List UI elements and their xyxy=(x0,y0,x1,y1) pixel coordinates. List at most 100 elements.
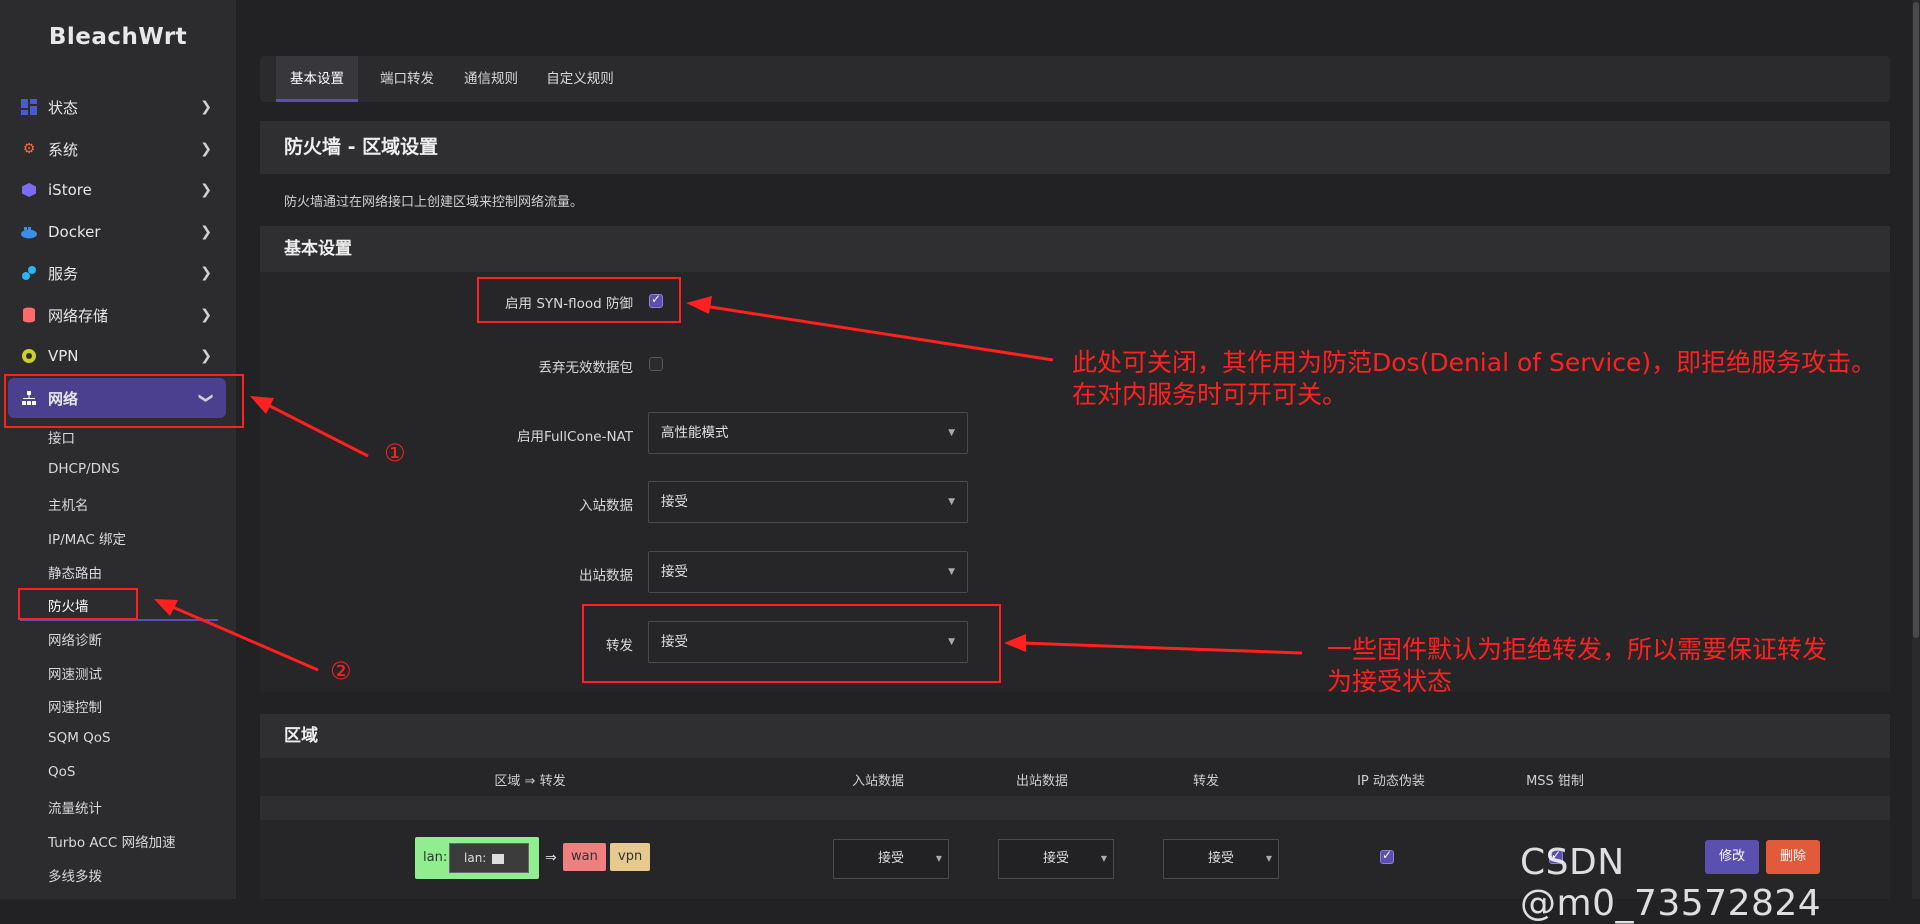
fullcone-label: 启用FullCone-NAT xyxy=(516,429,633,445)
chevron-right-icon: ❯ xyxy=(200,224,212,240)
input-policy-value: 接受 xyxy=(661,494,688,510)
drop-invalid-label: 丢弃无效数据包 xyxy=(538,360,634,376)
sidebar-item-vpn[interactable]: VPN ❯ xyxy=(8,337,226,375)
zone-input-select[interactable]: 接受 ▼ xyxy=(833,839,949,879)
sidebar-item-status[interactable]: 状态 ❯ xyxy=(8,88,226,126)
sidebar-item-services[interactable]: 服务 ❯ xyxy=(8,254,226,292)
sidebar-item-label: 网络存储 xyxy=(48,306,109,325)
column-header-output: 出站数据 xyxy=(1015,774,1068,789)
database-icon xyxy=(20,306,38,324)
sidebar-subitem-hostnames[interactable]: 主机名 xyxy=(48,494,89,514)
input-label: 入站数据 xyxy=(579,498,633,514)
sidebar-subitem-turbo-acc[interactable]: Turbo ACC 网络加速 xyxy=(48,831,176,851)
sidebar-item-istore[interactable]: iStore ❯ xyxy=(8,171,226,209)
tab-custom-rules[interactable]: 自定义规则 xyxy=(532,56,628,102)
annotation-line: 为接受状态 xyxy=(1327,667,1453,696)
sidebar-item-label: 状态 xyxy=(48,98,79,117)
annotation-box-forward xyxy=(582,604,1001,683)
tab-port-forwarding[interactable]: 端口转发 xyxy=(366,56,448,102)
masquerading-checkbox[interactable] xyxy=(1380,848,1394,864)
zone-name: lan: xyxy=(423,850,448,865)
dropdown-caret-icon: ▼ xyxy=(948,428,955,438)
zone-target-vpn: vpn xyxy=(610,843,651,871)
sidebar-subitem-speed-control[interactable]: 网速控制 xyxy=(48,696,102,716)
zone-target-wan: wan xyxy=(563,843,606,871)
chevron-right-icon: ❯ xyxy=(200,182,212,198)
tab-traffic-rules[interactable]: 通信规则 xyxy=(450,56,532,102)
puzzle-icon xyxy=(20,264,38,282)
output-policy-select[interactable]: 接受 ▼ xyxy=(648,551,968,593)
sidebar-item-label: Docker xyxy=(48,223,101,241)
chevron-right-icon: ❯ xyxy=(200,348,212,364)
gear-icon: ⚙ xyxy=(22,141,36,157)
zone-output-select[interactable]: 接受 ▼ xyxy=(998,839,1114,879)
globe-icon xyxy=(20,347,38,365)
cube-icon xyxy=(20,181,38,199)
chevron-right-icon: ❯ xyxy=(200,141,212,157)
column-header-forward: 转发 xyxy=(1192,774,1219,789)
column-header-input: 入站数据 xyxy=(851,774,904,789)
page-scrollbar[interactable] xyxy=(1912,0,1920,899)
sidebar-subitem-traffic-stats[interactable]: 流量统计 xyxy=(48,797,102,817)
scrollbar-thumb[interactable] xyxy=(1913,2,1919,638)
sidebar-subitem-dhcp-dns[interactable]: DHCP/DNS xyxy=(48,461,120,477)
dropdown-caret-icon: ▼ xyxy=(935,854,942,863)
sidebar-item-docker[interactable]: Docker ❯ xyxy=(8,213,226,251)
section-title-basic: 基本设置 xyxy=(260,226,1890,272)
annotation-syn-flood-note: 此处可关闭，其作用为防范Dos(Denial of Service)，即拒绝服务… xyxy=(1072,347,1912,411)
app-logo: BleachWrt xyxy=(48,24,188,50)
tab-bar: 基本设置 端口转发 通信规则 自定义规则 xyxy=(260,56,1890,102)
zone-lan-badge: lan: lan: xyxy=(415,837,539,879)
sidebar: BleachWrt 状态 ❯ ⚙ 系统 ❯ iStore ❯ Docker ❯ … xyxy=(0,0,236,899)
annotation-box-syn-flood xyxy=(477,277,681,323)
zones-table-separator xyxy=(260,796,1890,820)
drop-invalid-checkbox[interactable] xyxy=(649,357,663,371)
basic-settings-body xyxy=(260,272,1890,692)
output-policy-value: 接受 xyxy=(661,564,688,580)
annotation-forward-note: 一些固件默认为拒绝转发，所以需要保证转发 为接受状态 xyxy=(1327,634,1897,698)
annotation-line: 此处可关闭，其作用为防范Dos(Denial of Service)，即拒绝服务… xyxy=(1072,348,1877,377)
sidebar-subitem-ip-mac-binding[interactable]: IP/MAC 绑定 xyxy=(48,528,126,548)
zone-forward-select[interactable]: 接受 ▼ xyxy=(1163,839,1279,879)
tab-basic-settings[interactable]: 基本设置 xyxy=(276,56,358,102)
sidebar-item-storage[interactable]: 网络存储 ❯ xyxy=(8,296,226,334)
annotation-line: 一些固件默认为拒绝转发，所以需要保证转发 xyxy=(1327,635,1828,664)
column-header-zone-forward: 区域 ⇒ 转发 xyxy=(494,774,566,789)
docker-whale-icon xyxy=(20,223,38,241)
page-description: 防火墙通过在网络接口上创建区域来控制网络流量。 xyxy=(284,195,584,210)
section-title-zones: 区域 xyxy=(260,714,1890,758)
page-title: 防火墙 - 区域设置 xyxy=(260,121,1890,174)
fullcone-select[interactable]: 高性能模式 ▼ xyxy=(648,412,968,454)
fullcone-value: 高性能模式 xyxy=(661,425,729,441)
sidebar-subitem-multiwan[interactable]: 多线多拨 xyxy=(48,865,102,885)
sidebar-subitem-qos[interactable]: QoS xyxy=(48,764,75,780)
watermark: CSDN @m0_73572824 xyxy=(1520,842,1822,924)
column-header-masquerading: IP 动态伪装 xyxy=(1357,774,1425,789)
network-port-icon xyxy=(492,853,505,864)
sidebar-subitem-diagnostics[interactable]: 网络诊断 xyxy=(48,629,102,649)
input-policy-select[interactable]: 接受 ▼ xyxy=(648,481,968,523)
sidebar-item-system[interactable]: ⚙ 系统 ❯ xyxy=(8,130,226,168)
zone-forward-value: 接受 xyxy=(1207,851,1234,866)
zone-input-value: 接受 xyxy=(877,851,904,866)
zone-output-value: 接受 xyxy=(1042,851,1069,866)
sidebar-subitem-sqm-qos[interactable]: SQM QoS xyxy=(48,730,111,746)
annotation-line: 在对内服务时可开可关。 xyxy=(1072,380,1348,409)
sidebar-subitem-static-routes[interactable]: 静态路由 xyxy=(48,562,102,582)
sidebar-item-label: 服务 xyxy=(48,264,79,283)
sidebar-subitem-interfaces[interactable]: 接口 xyxy=(48,427,75,447)
annotation-box-network xyxy=(4,374,244,428)
dashboard-icon xyxy=(20,98,38,116)
sidebar-item-label: VPN xyxy=(48,347,79,365)
zone-network-label: lan: xyxy=(464,851,487,865)
chevron-right-icon: ❯ xyxy=(200,99,212,115)
sidebar-item-label: iStore xyxy=(48,181,92,199)
annotation-marker-2: ② xyxy=(330,657,352,685)
chevron-right-icon: ❯ xyxy=(200,307,212,323)
output-label: 出站数据 xyxy=(579,568,633,584)
sidebar-subitem-speedtest[interactable]: 网速测试 xyxy=(48,663,102,683)
zone-network-chip: lan: xyxy=(449,843,529,873)
zones-table-header: 区域 ⇒ 转发 入站数据 出站数据 转发 IP 动态伪装 MSS 钳制 xyxy=(260,758,1890,796)
dropdown-caret-icon: ▼ xyxy=(948,497,955,507)
dropdown-caret-icon: ▼ xyxy=(948,567,955,577)
